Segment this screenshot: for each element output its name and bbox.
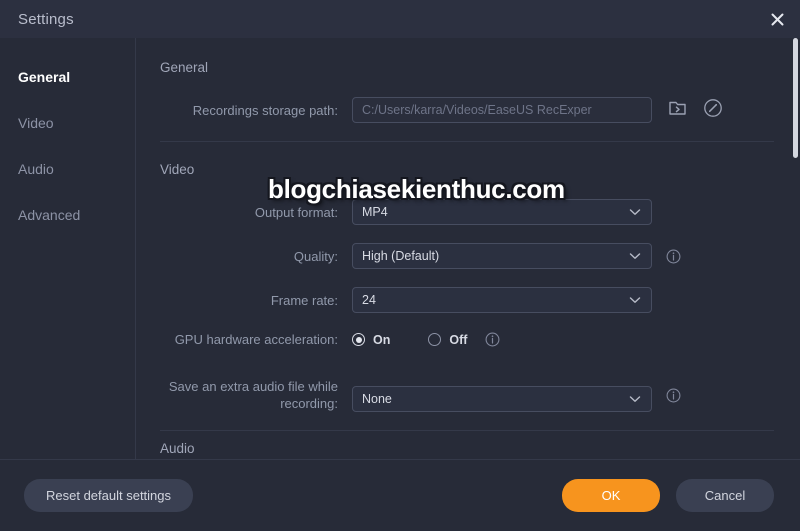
sidebar-item-video[interactable]: Video [0, 106, 135, 140]
radio-on-label: On [373, 332, 391, 347]
dialog-footer: Reset default settings OK Cancel [0, 459, 800, 531]
title-bar: Settings [0, 0, 800, 38]
folder-open-icon [668, 99, 687, 122]
frame-rate-value: 24 [362, 293, 376, 307]
row-quality: Quality: High (Default) [160, 243, 774, 269]
row-extra-audio: Save an extra audio file while recording… [160, 376, 774, 412]
content-scrollbar[interactable] [793, 38, 798, 459]
extra-audio-info-icon[interactable] [666, 388, 681, 403]
row-recordings-storage-path: Recordings storage path: C:/Users/karra/… [160, 97, 774, 123]
dialog-body: General Video Audio Advanced General Rec… [0, 38, 800, 459]
label-output-format: Output format: [254, 204, 338, 220]
radio-off-label: Off [449, 332, 468, 347]
chevron-down-icon [629, 252, 641, 260]
gpu-acceleration-radio-group: On Off [352, 332, 500, 347]
frame-rate-select[interactable]: 24 [352, 287, 652, 313]
sidebar-item-label: Audio [18, 161, 54, 177]
cancel-button[interactable]: Cancel [676, 479, 774, 512]
label-frame-rate: Frame rate: [270, 292, 338, 308]
chevron-down-icon [629, 296, 641, 304]
extra-audio-value: None [362, 392, 392, 406]
radio-selected-icon [352, 333, 365, 346]
row-frame-rate: Frame rate: 24 [160, 287, 774, 313]
label-quality: Quality: [293, 248, 338, 264]
reset-default-settings-button[interactable]: Reset default settings [24, 479, 194, 512]
section-heading-video: Video [160, 162, 195, 177]
settings-sidebar: General Video Audio Advanced [0, 38, 136, 459]
radio-unselected-icon [428, 333, 442, 346]
chevron-down-icon [629, 395, 641, 403]
label-extra-audio: Save an extra audio file while recording… [168, 379, 338, 411]
sidebar-item-label: Advanced [18, 207, 81, 223]
row-gpu-acceleration: GPU hardware acceleration: On Off [160, 331, 774, 348]
close-icon [770, 12, 785, 27]
quality-value: High (Default) [362, 249, 440, 263]
edit-path-button[interactable] [702, 98, 724, 123]
sidebar-item-general[interactable]: General [0, 60, 135, 94]
window-title: Settings [18, 10, 74, 28]
section-heading-audio: Audio [160, 441, 195, 456]
sidebar-item-audio[interactable]: Audio [0, 152, 135, 186]
settings-content: General Recordings storage path: C:/User… [136, 38, 800, 459]
label-gpu-acceleration: GPU hardware acceleration: [174, 332, 338, 347]
quality-select[interactable]: High (Default) [352, 243, 652, 269]
close-button[interactable] [754, 0, 800, 38]
scrollbar-thumb[interactable] [793, 38, 798, 158]
section-divider-audio [160, 430, 774, 431]
sidebar-item-label: Video [18, 115, 54, 131]
gpu-acceleration-radio-on[interactable]: On [352, 333, 390, 347]
open-folder-button[interactable] [666, 99, 688, 121]
quality-info-icon[interactable] [666, 249, 681, 264]
settings-dialog: Settings General Video Audio Advanced Ge… [0, 0, 800, 531]
chevron-down-icon [629, 208, 641, 216]
gpu-acceleration-info-icon[interactable] [485, 332, 500, 347]
output-format-select[interactable]: MP4 [352, 199, 652, 225]
output-format-value: MP4 [362, 205, 388, 219]
gpu-acceleration-radio-off[interactable]: Off [428, 333, 467, 347]
extra-audio-select[interactable]: None [352, 386, 652, 412]
section-divider [160, 141, 774, 142]
label-recordings-storage-path: Recordings storage path: [192, 102, 338, 118]
recordings-storage-path-input[interactable]: C:/Users/karra/Videos/EaseUS RecExper [352, 97, 652, 123]
sidebar-item-advanced[interactable]: Advanced [0, 198, 135, 232]
ok-button[interactable]: OK [562, 479, 660, 512]
section-heading-general: General [160, 60, 209, 75]
row-output-format: Output format: MP4 [160, 199, 774, 225]
edit-circle-icon [703, 98, 723, 123]
sidebar-item-label: General [18, 69, 71, 85]
